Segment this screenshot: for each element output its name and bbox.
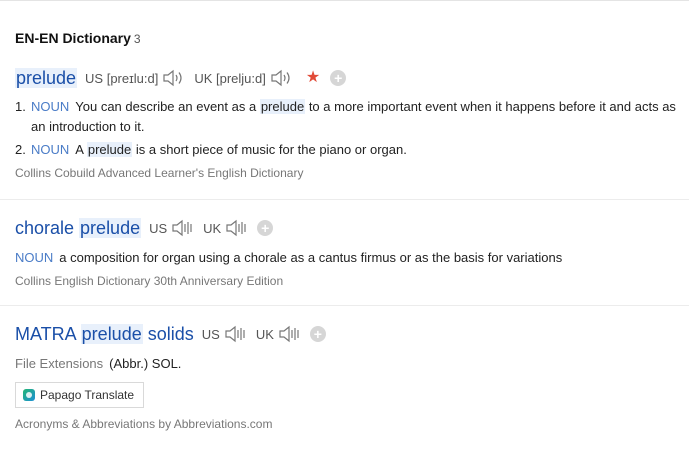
headword-highlight: prelude [80,323,143,344]
definition-item: File Extensions (Abbr.) SOL. [15,354,689,374]
plus-icon[interactable]: + [309,326,326,342]
headword-text: MATRA [15,323,81,344]
definition-list: NOUN a composition for organ using a chor… [15,248,689,268]
definition-highlight: prelude [86,142,133,157]
plus-icon[interactable]: + [257,220,274,236]
uk-pronunciation: UK [256,325,300,343]
entry-divider [0,199,689,200]
uk-pronunciation: UK [203,219,247,237]
top-divider [0,0,689,1]
star-icon[interactable]: ★ [306,70,320,86]
headword-highlight: prelude [15,67,78,88]
definition-number: 1. [15,99,26,114]
definition-item: 2. NOUN A prelude is a short piece of mus… [15,140,689,160]
dictionary-entry: prelude US [preɪlu:d] UK [prelju:d] ★ + … [15,66,689,180]
us-label: US [201,326,220,342]
source-label: Collins Cobuild Advanced Learner's Engli… [15,166,304,180]
us-label: US [149,220,168,236]
headword-text: chorale [15,217,80,238]
headword-highlight: prelude [79,217,142,238]
headword-link[interactable]: chorale prelude [15,217,142,239]
definition-item: NOUN a composition for organ using a chor… [15,248,689,268]
speaker-icon[interactable] [225,219,247,237]
definition-item: 1. NOUN You can describe an event as a pr… [15,97,689,137]
definition-list: File Extensions (Abbr.) SOL. [15,354,689,374]
us-pronunciation: US [202,325,246,343]
papago-translate-button[interactable]: Papago Translate [15,382,145,408]
source-label: Collins English Dictionary 30th Annivers… [15,274,284,288]
definition-text: A [75,142,87,157]
section-header: EN-EN Dictionary 3 [15,30,141,46]
result-count: 3 [133,32,141,46]
uk-pronunciation: UK [prelju:d] [194,69,292,87]
dictionary-entry: MATRA prelude solids US UK + File Extens… [15,322,689,431]
part-of-speech: NOUN [31,99,70,114]
speaker-icon[interactable] [162,69,184,87]
speaker-icon[interactable] [278,325,300,343]
definition-text: is a short piece of music for the piano … [132,142,407,157]
headword-link[interactable]: prelude [15,67,78,89]
source-label: Acronyms & Abbreviations by Abbreviation… [15,417,273,431]
dictionary-entry: chorale prelude US UK + NOUN a compositio… [15,216,689,288]
papago-label: Papago Translate [40,388,135,402]
definition-text: You can describe an event as a [75,99,260,114]
speaker-icon[interactable] [171,219,193,237]
definition-number: 2. [15,142,26,157]
entry-divider [0,305,689,306]
papago-icon [23,389,35,401]
us-pronunciation: US [preɪlu:d] [85,69,184,87]
plus-icon[interactable]: + [330,70,347,86]
us-pronunciation: US [149,219,193,237]
category-label: File Extensions [15,356,104,371]
definition-text: a composition for organ using a chorale … [59,250,563,265]
uk-label: UK [203,220,222,236]
section-title: EN-EN Dictionary [15,30,131,46]
headword-text: solids [142,323,194,344]
us-label: US [preɪlu:d] [85,70,159,86]
definition-list: 1. NOUN You can describe an event as a pr… [15,97,689,160]
uk-label: UK [prelju:d] [194,70,266,86]
speaker-icon[interactable] [270,69,292,87]
speaker-icon[interactable] [224,325,246,343]
headword-link[interactable]: MATRA prelude solids [15,323,194,345]
definition-highlight: prelude [259,99,306,114]
definition-text: (Abbr.) SOL. [109,356,182,371]
uk-label: UK [255,326,274,342]
part-of-speech: NOUN [31,142,70,157]
part-of-speech: NOUN [15,250,54,265]
